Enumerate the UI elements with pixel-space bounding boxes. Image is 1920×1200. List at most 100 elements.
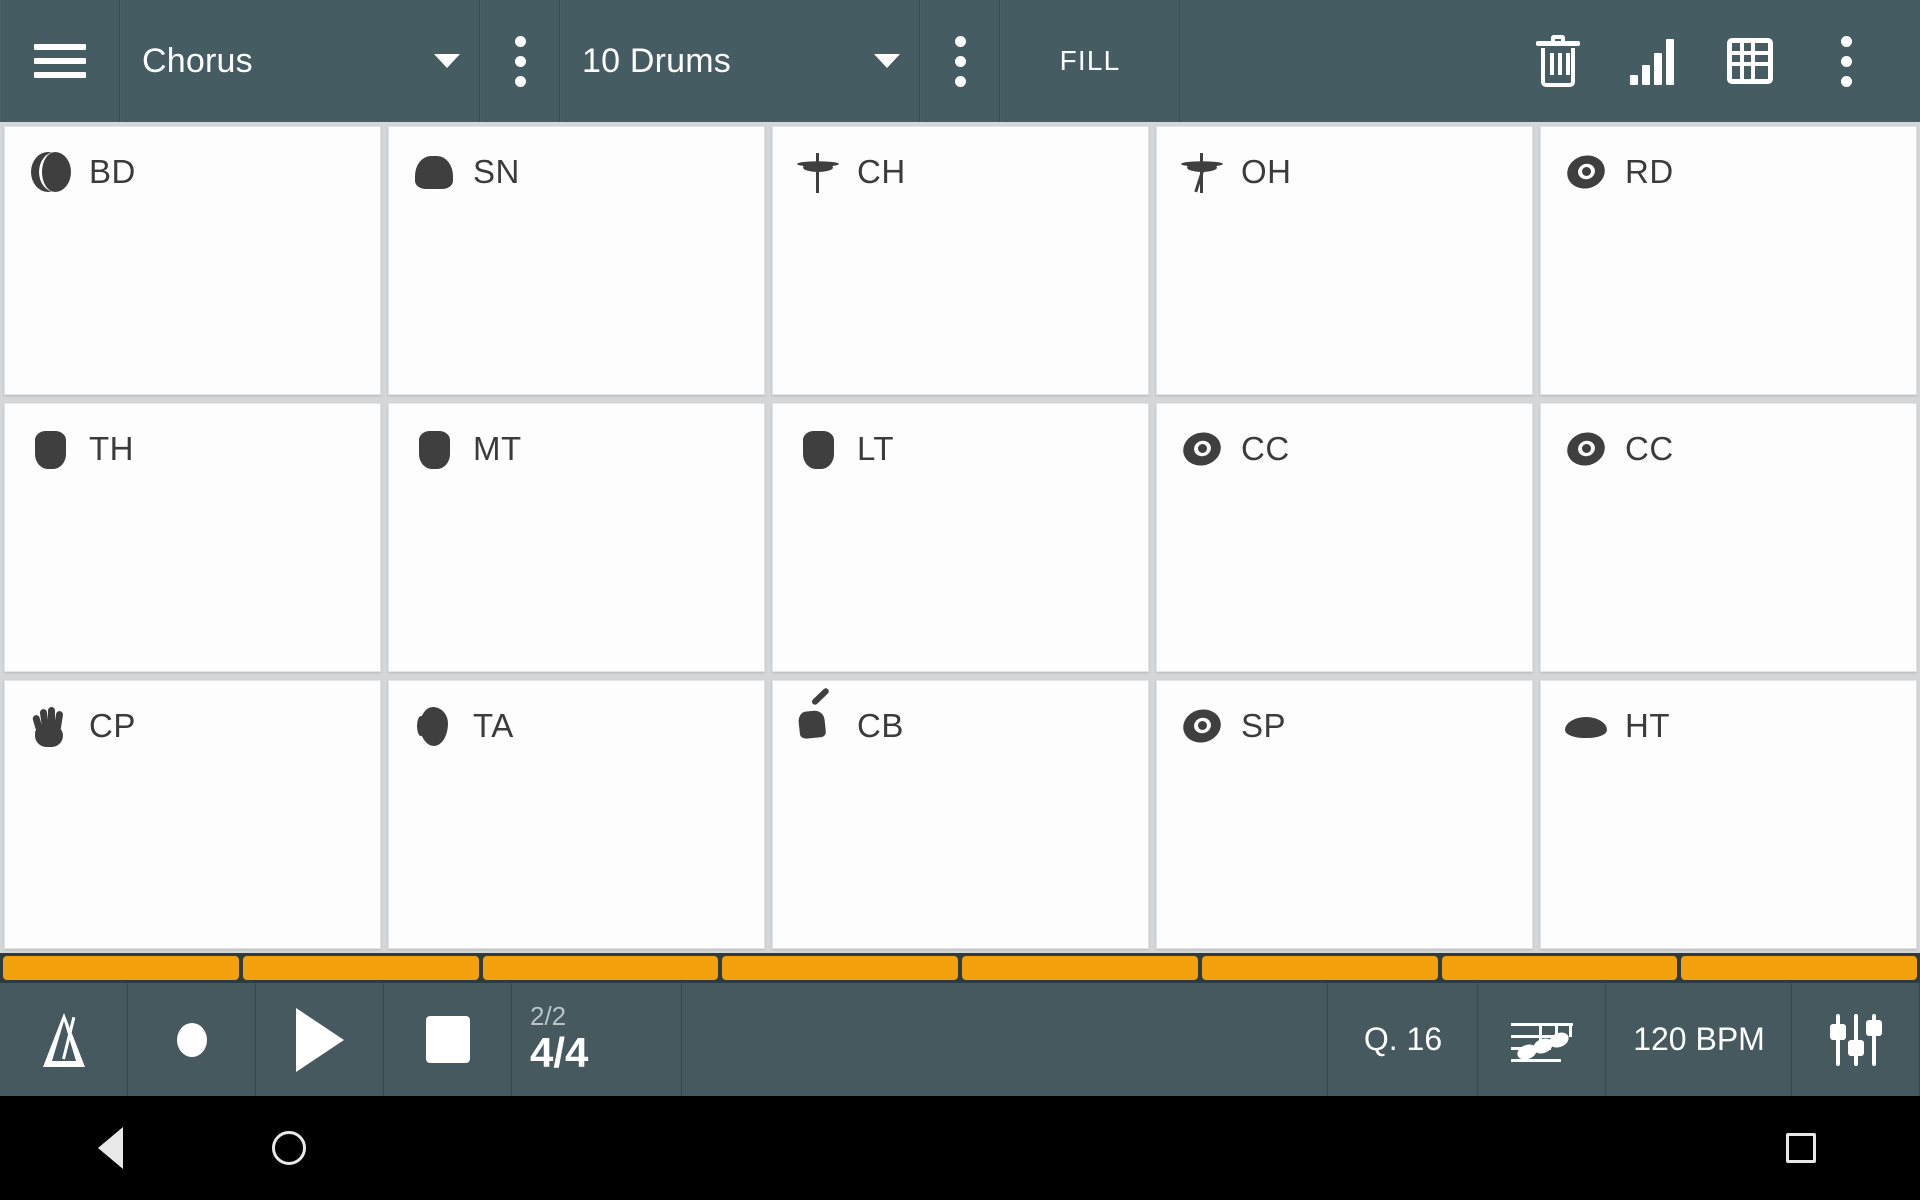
grid-icon <box>1727 38 1773 84</box>
metronome-icon <box>43 1012 85 1067</box>
android-navbar <box>0 1096 1920 1200</box>
app-root: Chorus 10 Drums FILL BD SN CH OH RD TH M… <box>0 0 1920 1200</box>
pad-label: SP <box>1241 707 1287 744</box>
overflow-button[interactable] <box>1798 0 1894 122</box>
pad-cb[interactable]: CB <box>772 680 1149 949</box>
time-signature: 4/4 <box>530 1029 589 1077</box>
quantize-button[interactable]: Q. 16 <box>1328 983 1478 1096</box>
kebab-menu-icon <box>514 35 526 87</box>
kit-spinner-value: 10 Drums <box>582 41 731 80</box>
pad-cp[interactable]: CP <box>4 680 381 949</box>
velocity-button[interactable] <box>1606 0 1702 122</box>
trash-icon <box>1536 35 1580 87</box>
pad-label: MT <box>473 430 522 467</box>
pad-th[interactable]: TH <box>4 403 381 672</box>
pad-mt[interactable]: MT <box>388 403 765 672</box>
pad-row: BD SN CH OH RD <box>0 122 1920 399</box>
cowbell-icon <box>795 703 841 749</box>
pad-label: CP <box>89 707 136 744</box>
note-value-button[interactable] <box>1478 983 1606 1096</box>
tambourine-icon <box>411 703 457 749</box>
step-segment[interactable] <box>482 956 719 980</box>
crash-cymbal-icon <box>1563 426 1609 472</box>
fill-button[interactable]: FILL <box>1000 0 1180 122</box>
fill-label: FILL <box>1059 45 1121 76</box>
menu-button[interactable] <box>0 0 120 122</box>
back-triangle-icon[interactable] <box>98 1127 123 1169</box>
pad-label: CB <box>857 707 904 744</box>
step-segment[interactable] <box>1201 956 1438 980</box>
step-segment[interactable] <box>722 956 958 980</box>
pad-label: RD <box>1625 153 1674 190</box>
pad-bd[interactable]: BD <box>4 126 381 395</box>
step-segment[interactable] <box>1441 956 1678 980</box>
grid-button[interactable] <box>1702 0 1798 122</box>
step-segment[interactable] <box>242 956 479 980</box>
bar-position: 2/2 <box>530 1000 567 1031</box>
pad-ch[interactable]: CH <box>772 126 1149 395</box>
step-progress-bar[interactable] <box>0 953 1920 983</box>
signal-bars-icon <box>1630 37 1678 85</box>
snare-drum-icon <box>411 149 457 195</box>
pad-label: CC <box>1625 430 1674 467</box>
pad-row: TH MT LT CC CC <box>0 399 1920 676</box>
metronome-button[interactable] <box>0 983 128 1096</box>
pad-rd[interactable]: RD <box>1540 126 1917 395</box>
pad-cc-2[interactable]: CC <box>1540 403 1917 672</box>
delete-button[interactable] <box>1510 0 1606 122</box>
quantize-label: Q. 16 <box>1363 1021 1443 1057</box>
music-notes-icon <box>1511 1013 1573 1067</box>
high-tom-icon <box>27 426 73 472</box>
record-icon <box>177 1022 207 1057</box>
crash-cymbal-icon <box>1179 426 1225 472</box>
pad-label: HT <box>1625 707 1670 744</box>
pad-label: LT <box>857 430 895 467</box>
kebab-menu-icon <box>1840 35 1852 87</box>
kit-overflow-button[interactable] <box>920 0 1000 122</box>
transport-spacer <box>682 983 1328 1096</box>
mid-tom-icon <box>411 426 457 472</box>
tempo-button[interactable]: 120 BPM <box>1606 983 1792 1096</box>
pad-grid: BD SN CH OH RD TH MT LT CC CC CP TA CB S… <box>0 122 1920 953</box>
pad-row: CP TA CB SP HT <box>0 676 1920 953</box>
pad-label: TH <box>89 430 134 467</box>
pad-ht[interactable]: HT <box>1540 680 1917 949</box>
pad-sp[interactable]: SP <box>1156 680 1533 949</box>
toolbar-actions <box>1510 0 1920 122</box>
pad-label: CH <box>857 153 906 190</box>
kebab-menu-icon <box>954 35 966 87</box>
mixer-sliders-icon <box>1830 1013 1882 1066</box>
step-segment[interactable] <box>962 956 1198 980</box>
pad-ta[interactable]: TA <box>388 680 765 949</box>
mixer-button[interactable] <box>1792 983 1920 1096</box>
bass-drum-icon <box>27 149 73 195</box>
time-signature-display[interactable]: 2/2 4/4 <box>512 983 682 1096</box>
pattern-overflow-button[interactable] <box>480 0 560 122</box>
caret-down-icon <box>874 54 900 68</box>
pattern-spinner[interactable]: Chorus <box>120 0 480 122</box>
record-button[interactable] <box>128 983 256 1096</box>
hamburger-icon <box>34 44 86 78</box>
stop-button[interactable] <box>384 983 512 1096</box>
play-icon <box>296 1007 344 1072</box>
step-segment[interactable] <box>3 956 239 980</box>
home-circle-icon[interactable] <box>272 1131 306 1165</box>
pad-lt[interactable]: LT <box>772 403 1149 672</box>
kit-spinner[interactable]: 10 Drums <box>560 0 920 122</box>
transport-bar: 2/2 4/4 Q. 16 120 BPM <box>0 983 1920 1096</box>
hand-drum-icon <box>1563 703 1609 749</box>
recents-square-icon[interactable] <box>1786 1133 1816 1163</box>
caret-down-icon <box>434 54 460 68</box>
top-toolbar: Chorus 10 Drums FILL <box>0 0 1920 122</box>
hand-clap-icon <box>27 703 73 749</box>
pad-oh[interactable]: OH <box>1156 126 1533 395</box>
open-hihat-icon <box>1179 149 1225 195</box>
pad-cc-1[interactable]: CC <box>1156 403 1533 672</box>
play-button[interactable] <box>256 983 384 1096</box>
step-segment[interactable] <box>1681 956 1917 980</box>
ride-cymbal-icon <box>1563 149 1609 195</box>
pad-sn[interactable]: SN <box>388 126 765 395</box>
low-tom-icon <box>795 426 841 472</box>
tempo-label: 120 BPM <box>1633 1021 1765 1057</box>
